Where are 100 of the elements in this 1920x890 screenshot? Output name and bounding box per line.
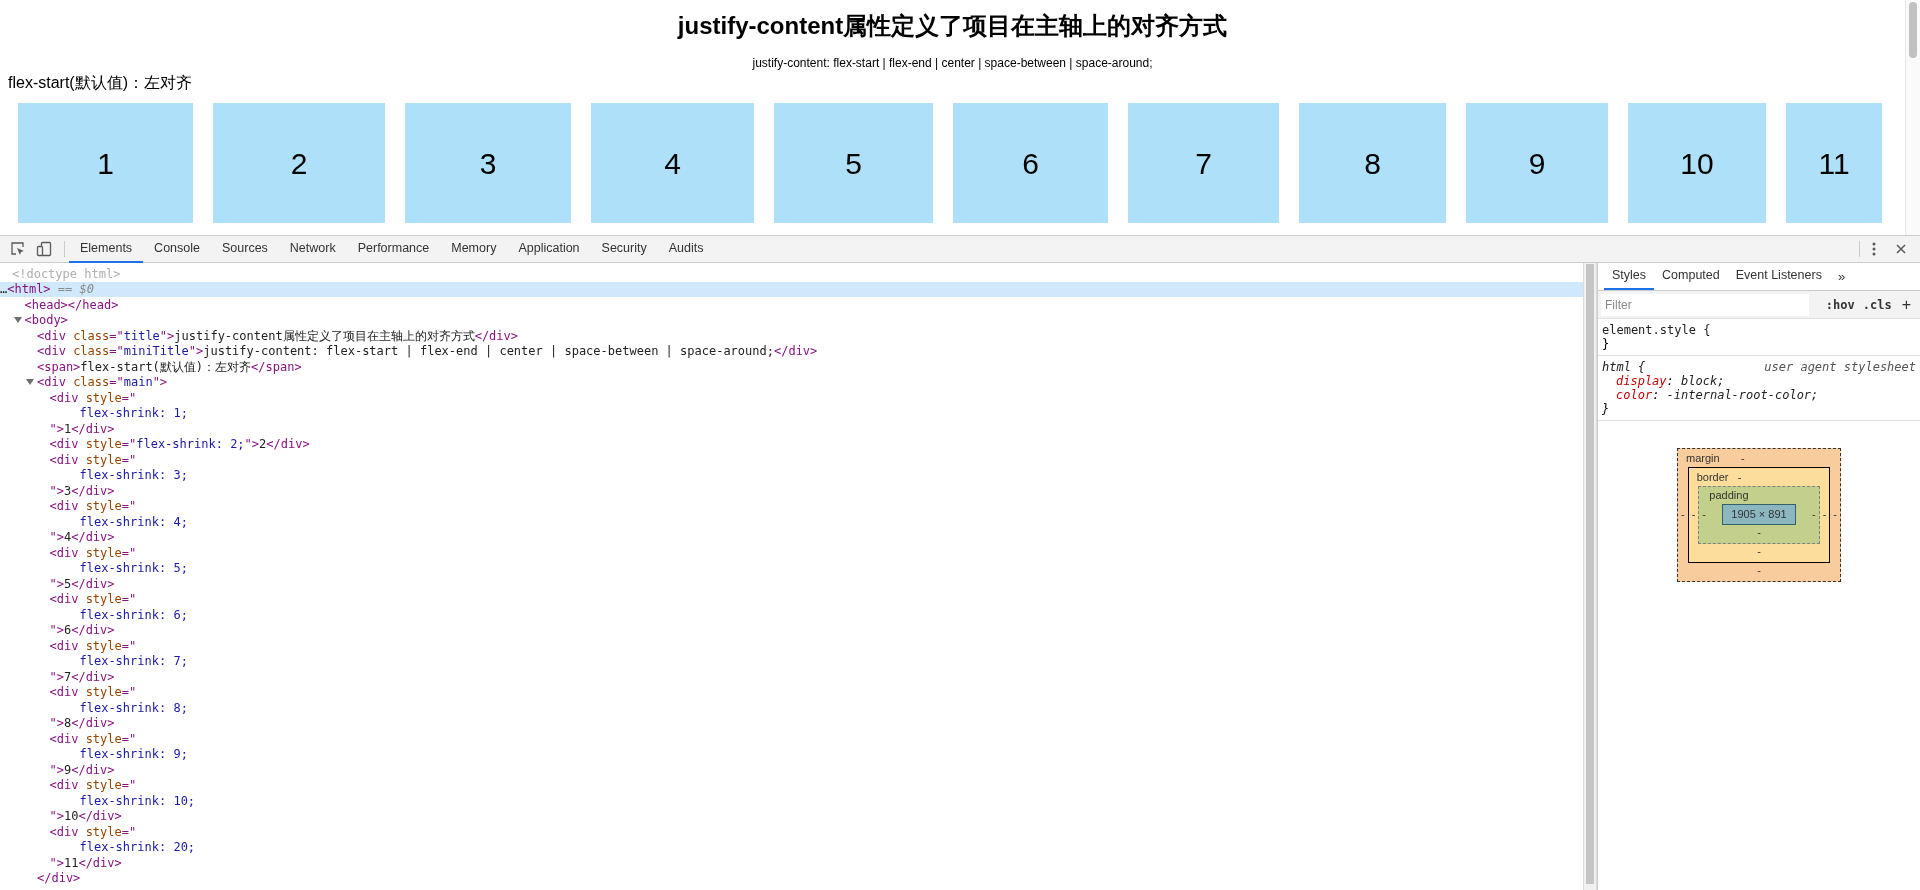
style-toggle-button[interactable]: :hov bbox=[1821, 295, 1859, 314]
devtools-tab[interactable]: Sources bbox=[211, 235, 279, 263]
tree-row[interactable]: <div style=" flex-shrink: 9; ">9</div> bbox=[0, 731, 1583, 778]
code-line: ">6</div> bbox=[49, 622, 115, 640]
page-subtitle: justify-content: flex-start | flex-end | center | space-between | space-around; bbox=[752, 55, 1153, 71]
code-line: flex-shrink: 7; bbox=[79, 653, 188, 671]
box-value: - bbox=[1821, 509, 1828, 521]
code-line: flex-shrink: 4; bbox=[79, 513, 188, 531]
devtools-tab[interactable]: Audits bbox=[657, 235, 715, 263]
code-line: ">11</div> bbox=[49, 854, 122, 872]
devtools-tab[interactable]: Security bbox=[590, 235, 658, 263]
tree-row[interactable]: <div style=" flex-shrink: 10; ">10</div> bbox=[0, 777, 1583, 824]
section-label: flex-start(默认值)：左对齐 bbox=[8, 74, 192, 91]
box-label: border bbox=[1696, 469, 1730, 485]
rule-selector: element.style { bbox=[1602, 323, 1711, 337]
code-line: <div class="title">justify-content属性定义了项目在主轴上的对齐方式</div> bbox=[37, 327, 519, 345]
filter-field[interactable]: Filter bbox=[1601, 293, 1809, 316]
box-value: - bbox=[1756, 546, 1762, 557]
more-icon[interactable] bbox=[1872, 242, 1876, 256]
tree-row[interactable]: <div style=" flex-shrink: 7; ">7</div> bbox=[0, 638, 1583, 685]
devtools-tab[interactable]: Network bbox=[278, 235, 347, 263]
code-line: ">10</div> bbox=[49, 808, 122, 826]
tree-row[interactable]: <div style=" flex-shrink: 3; ">3</div> bbox=[0, 452, 1583, 499]
tree-row[interactable]: <body> bbox=[0, 312, 1583, 328]
flex-item: 8 bbox=[1299, 103, 1446, 223]
box-value: - bbox=[1680, 509, 1686, 521]
tree-row[interactable]: <div class="main"> bbox=[0, 374, 1583, 390]
box-label: padding bbox=[1709, 488, 1749, 504]
code-line: </div> bbox=[37, 870, 81, 888]
box-value: - bbox=[1756, 564, 1762, 576]
devtools-tab[interactable]: Memory bbox=[440, 235, 508, 263]
style-declaration: color: -internal-root-color; bbox=[1615, 388, 1820, 402]
flex-item: 7 bbox=[1128, 103, 1279, 223]
tree-row[interactable]: …<html> == $0 bbox=[0, 281, 1583, 297]
styles-tab[interactable]: Computed bbox=[1654, 263, 1728, 290]
code-line: ">1</div> bbox=[49, 420, 115, 438]
content-size: 1905 × 891 bbox=[1722, 504, 1796, 525]
tree-row[interactable]: <div style=" flex-shrink: 6; ">6</div> bbox=[0, 591, 1583, 638]
code-line: flex-shrink: 3; bbox=[79, 467, 188, 485]
tree-row[interactable]: <div class="miniTitle">justify-content: flex-start | flex-end | center | space-between | space-around;</div> bbox=[0, 343, 1583, 359]
more-tabs-button[interactable]: » bbox=[1829, 266, 1854, 287]
box-value: - bbox=[1690, 509, 1697, 521]
expand-triangle-icon[interactable] bbox=[26, 378, 34, 387]
expand-triangle-icon[interactable] bbox=[13, 316, 22, 325]
devtools-tab[interactable]: Elements bbox=[69, 235, 144, 263]
rule-source: user agent stylesheet bbox=[1764, 360, 1916, 374]
box-value: - bbox=[1740, 452, 1746, 464]
box-value: - bbox=[1832, 509, 1838, 521]
code-line: ">4</div> bbox=[49, 529, 115, 547]
style-declaration: display: block; bbox=[1615, 374, 1726, 388]
devtools-tab[interactable]: Console bbox=[143, 235, 211, 263]
add-rule-button[interactable]: + bbox=[1895, 292, 1917, 317]
code-line: ">8</div> bbox=[49, 715, 115, 733]
flex-item: 4 bbox=[591, 103, 754, 223]
rule-selector: html { bbox=[1602, 360, 1646, 374]
page-title: justify-content属性定义了项目在主轴上的对齐方式 bbox=[677, 11, 1228, 41]
code-line: flex-shrink: 9; bbox=[79, 746, 188, 764]
rule-brace: } bbox=[1602, 402, 1611, 416]
code-line: ">9</div> bbox=[49, 761, 115, 779]
scrollbar[interactable] bbox=[1905, 0, 1920, 235]
flex-item: 11 bbox=[1786, 103, 1882, 223]
flex-item: 5 bbox=[774, 103, 933, 223]
code-line: <div style=" bbox=[49, 591, 137, 609]
tree-row[interactable]: <div style=" flex-shrink: 4; ">4</div> bbox=[0, 498, 1583, 545]
code-line: flex-shrink: 5; bbox=[79, 560, 188, 578]
tree-row[interactable]: <span>flex-start(默认值)：左对齐</span> bbox=[0, 359, 1583, 375]
code-line: <div style=" bbox=[49, 451, 137, 469]
inspect-icon[interactable] bbox=[10, 241, 26, 257]
tree-row[interactable]: <div style=" flex-shrink: 20; ">11</div> bbox=[0, 824, 1583, 871]
tree-row[interactable]: <div style="flex-shrink: 2;">2</div> bbox=[0, 436, 1583, 452]
devtools-tab[interactable]: Application bbox=[507, 235, 591, 263]
close-icon[interactable] bbox=[1896, 244, 1906, 254]
code-line: <div class="miniTitle">justify-content: flex-start | flex-end | center | space-between | space-around;</div> bbox=[37, 343, 818, 361]
flex-item: 1 bbox=[18, 103, 193, 223]
code-line: <div style=" bbox=[49, 498, 137, 516]
rule-brace: } bbox=[1602, 337, 1611, 351]
tree-row[interactable]: <div style=" flex-shrink: 1; ">1</div> bbox=[0, 390, 1583, 437]
code-line: flex-shrink: 20; bbox=[79, 839, 196, 857]
tree-row[interactable]: <div class="title">justify-content属性定义了项目在主轴上的对齐方式</div> bbox=[0, 328, 1583, 344]
code-line: <div style=" bbox=[49, 544, 137, 562]
devtools-tab[interactable]: Performance bbox=[346, 235, 441, 263]
tree-row[interactable]: <div style=" flex-shrink: 8; ">8</div> bbox=[0, 684, 1583, 731]
tree-row[interactable]: <head></head> bbox=[0, 297, 1583, 313]
styles-tab[interactable]: Event Listeners bbox=[1727, 263, 1830, 290]
scrollbar[interactable] bbox=[1583, 263, 1597, 890]
device-icon[interactable] bbox=[36, 241, 52, 257]
tree-row[interactable]: <div style=" flex-shrink: 5; ">5</div> bbox=[0, 545, 1583, 592]
code-line: <div style=" bbox=[49, 637, 137, 655]
flex-item: 3 bbox=[405, 103, 571, 223]
code-line: flex-shrink: 1; bbox=[79, 405, 188, 423]
flex-item: 6 bbox=[953, 103, 1108, 223]
code-line: <head></head> bbox=[24, 296, 119, 314]
code-line: <div class="main"> bbox=[37, 374, 168, 392]
box-value: - bbox=[1811, 508, 1817, 520]
code-line: <body> bbox=[24, 312, 68, 330]
style-toggle-button[interactable]: .cls bbox=[1858, 295, 1896, 314]
code-line: ">7</div> bbox=[49, 668, 115, 686]
code-line: <div style=" bbox=[49, 777, 137, 795]
code-line: ">3</div> bbox=[49, 482, 115, 500]
flex-item: 10 bbox=[1628, 103, 1766, 223]
